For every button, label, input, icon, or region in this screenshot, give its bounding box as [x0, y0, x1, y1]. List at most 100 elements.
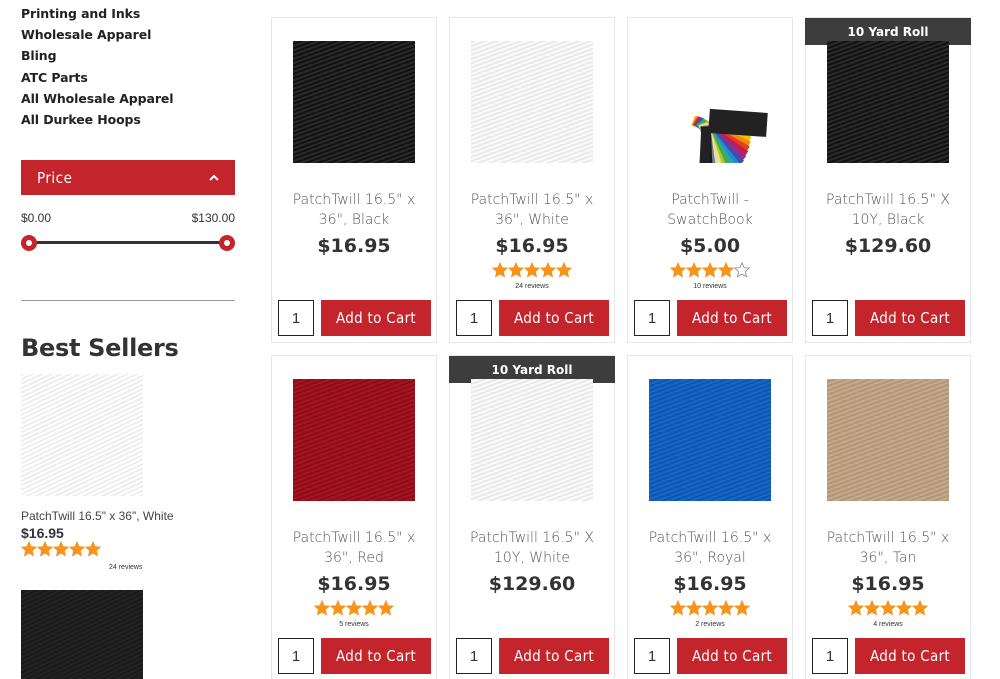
product-name[interactable]: PatchTwill - SwatchBook	[634, 190, 786, 230]
product-rating	[492, 262, 572, 278]
product-image[interactable]	[293, 379, 415, 501]
product-name[interactable]: PatchTwill 16.5" x 36", Red	[278, 528, 430, 568]
star-icon	[670, 262, 686, 278]
star-icon	[702, 262, 718, 278]
chevron-up-icon	[209, 174, 219, 181]
quantity-input[interactable]	[278, 300, 314, 336]
star-icon	[848, 600, 864, 616]
product-image[interactable]	[649, 379, 771, 501]
star-icon	[53, 541, 69, 557]
product-name[interactable]: PatchTwill 16.5" X 10Y, White	[456, 528, 608, 568]
add-to-cart-button[interactable]: Add to Cart	[321, 300, 431, 336]
price-slider-min-handle[interactable]	[21, 235, 37, 251]
star-icon	[346, 600, 362, 616]
product-card: PatchTwill 16.5" x 36", Black $16.95 Add t…	[271, 17, 437, 343]
star-icon	[21, 541, 37, 557]
best-sellers-title: Best Sellers	[21, 334, 179, 362]
product-reviews[interactable]: 2 reviews	[628, 621, 792, 628]
quantity-input[interactable]	[634, 638, 670, 674]
product-card: 10 Yard Roll PatchTwill 16.5" X 10Y, Whit…	[449, 355, 615, 679]
product-name[interactable]: PatchTwill 16.5" x 36", White	[456, 190, 608, 230]
product-name[interactable]: PatchTwill 16.5" x 36", Tan	[812, 528, 964, 568]
category-link[interactable]: Printing and Inks	[21, 6, 235, 27]
product-reviews[interactable]: 24 reviews	[450, 283, 614, 290]
quantity-input[interactable]	[812, 638, 848, 674]
product-price: $16.95	[851, 573, 925, 595]
quantity-input[interactable]	[456, 638, 492, 674]
quantity-input[interactable]	[456, 300, 492, 336]
add-to-cart-button[interactable]: Add to Cart	[855, 300, 965, 336]
product-name[interactable]: PatchTwill 16.5" x 36", Black	[278, 190, 430, 230]
quantity-input[interactable]	[812, 300, 848, 336]
product-price: $16.95	[673, 573, 747, 595]
quantity-input[interactable]	[634, 300, 670, 336]
star-icon	[734, 262, 750, 278]
product-card: PatchTwill 16.5" x 36", White $16.95 24 re…	[449, 17, 615, 343]
product-image[interactable]	[293, 41, 415, 163]
product-name[interactable]: PatchTwill 16.5" x 36", Royal	[634, 528, 786, 568]
star-icon	[85, 541, 101, 557]
product-price: $129.60	[488, 573, 576, 595]
star-icon	[524, 262, 540, 278]
price-filter-title: Price	[37, 168, 73, 187]
product-price: $16.95	[317, 573, 391, 595]
add-to-cart-button[interactable]: Add to Cart	[855, 638, 965, 674]
best-seller-name[interactable]: PatchTwill 16.5" x 36", White	[21, 509, 174, 523]
star-icon	[718, 600, 734, 616]
product-image[interactable]	[827, 41, 949, 163]
product-card: PatchTwill 16.5" x 36", Tan $16.95 4 revie…	[805, 355, 971, 679]
star-icon	[69, 541, 85, 557]
category-link[interactable]: All Wholesale Apparel	[21, 91, 235, 112]
star-icon	[686, 600, 702, 616]
product-name[interactable]: PatchTwill 16.5" X 10Y, Black	[812, 190, 964, 230]
star-icon	[492, 262, 508, 278]
star-icon	[540, 262, 556, 278]
product-reviews[interactable]: 5 reviews	[272, 621, 436, 628]
category-link[interactable]: Bling	[21, 48, 235, 69]
star-icon	[508, 262, 524, 278]
product-image[interactable]	[649, 41, 771, 188]
star-icon	[702, 600, 718, 616]
star-icon	[37, 541, 53, 557]
swatchbook-image	[691, 108, 768, 188]
star-icon	[718, 262, 734, 278]
best-seller-rating	[21, 541, 101, 557]
price-slider-max-handle[interactable]	[219, 235, 235, 251]
price-slider-track[interactable]	[29, 241, 227, 244]
star-icon	[912, 600, 928, 616]
price-filter-toggle[interactable]: Price	[21, 160, 235, 195]
product-image[interactable]	[471, 41, 593, 163]
product-card: PatchTwill 16.5" x 36", Red $16.95 5 revie…	[271, 355, 437, 679]
category-link[interactable]: ATC Parts	[21, 70, 235, 91]
star-icon	[880, 600, 896, 616]
product-card: PatchTwill 16.5" x 36", Royal $16.95 2 rev…	[627, 355, 793, 679]
star-icon	[864, 600, 880, 616]
product-image[interactable]	[471, 379, 593, 501]
star-icon	[734, 600, 750, 616]
quantity-input[interactable]	[278, 638, 314, 674]
star-icon	[556, 262, 572, 278]
best-seller-image[interactable]	[21, 374, 143, 496]
add-to-cart-button[interactable]: Add to Cart	[499, 638, 609, 674]
product-rating	[670, 600, 750, 616]
add-to-cart-button[interactable]: Add to Cart	[677, 300, 787, 336]
best-seller-reviews[interactable]: 24 reviews	[109, 564, 142, 571]
star-icon	[686, 262, 702, 278]
best-seller-image[interactable]	[21, 590, 143, 679]
category-link[interactable]: Wholesale Apparel	[21, 27, 235, 48]
star-icon	[896, 600, 912, 616]
product-price: $16.95	[495, 235, 569, 257]
product-card: PatchTwill - SwatchBook $5.00 10 reviews Ad…	[627, 17, 793, 343]
star-icon	[378, 600, 394, 616]
product-reviews[interactable]: 4 reviews	[806, 621, 970, 628]
star-icon	[330, 600, 346, 616]
product-reviews[interactable]: 10 reviews	[628, 283, 792, 290]
add-to-cart-button[interactable]: Add to Cart	[321, 638, 431, 674]
category-link[interactable]: All Durkee Hoops	[21, 112, 235, 133]
product-image[interactable]	[827, 379, 949, 501]
product-price: $5.00	[679, 235, 741, 257]
price-max-label: $130.00	[191, 211, 235, 225]
add-to-cart-button[interactable]: Add to Cart	[499, 300, 609, 336]
add-to-cart-button[interactable]: Add to Cart	[677, 638, 787, 674]
product-price: $16.95	[317, 235, 391, 257]
